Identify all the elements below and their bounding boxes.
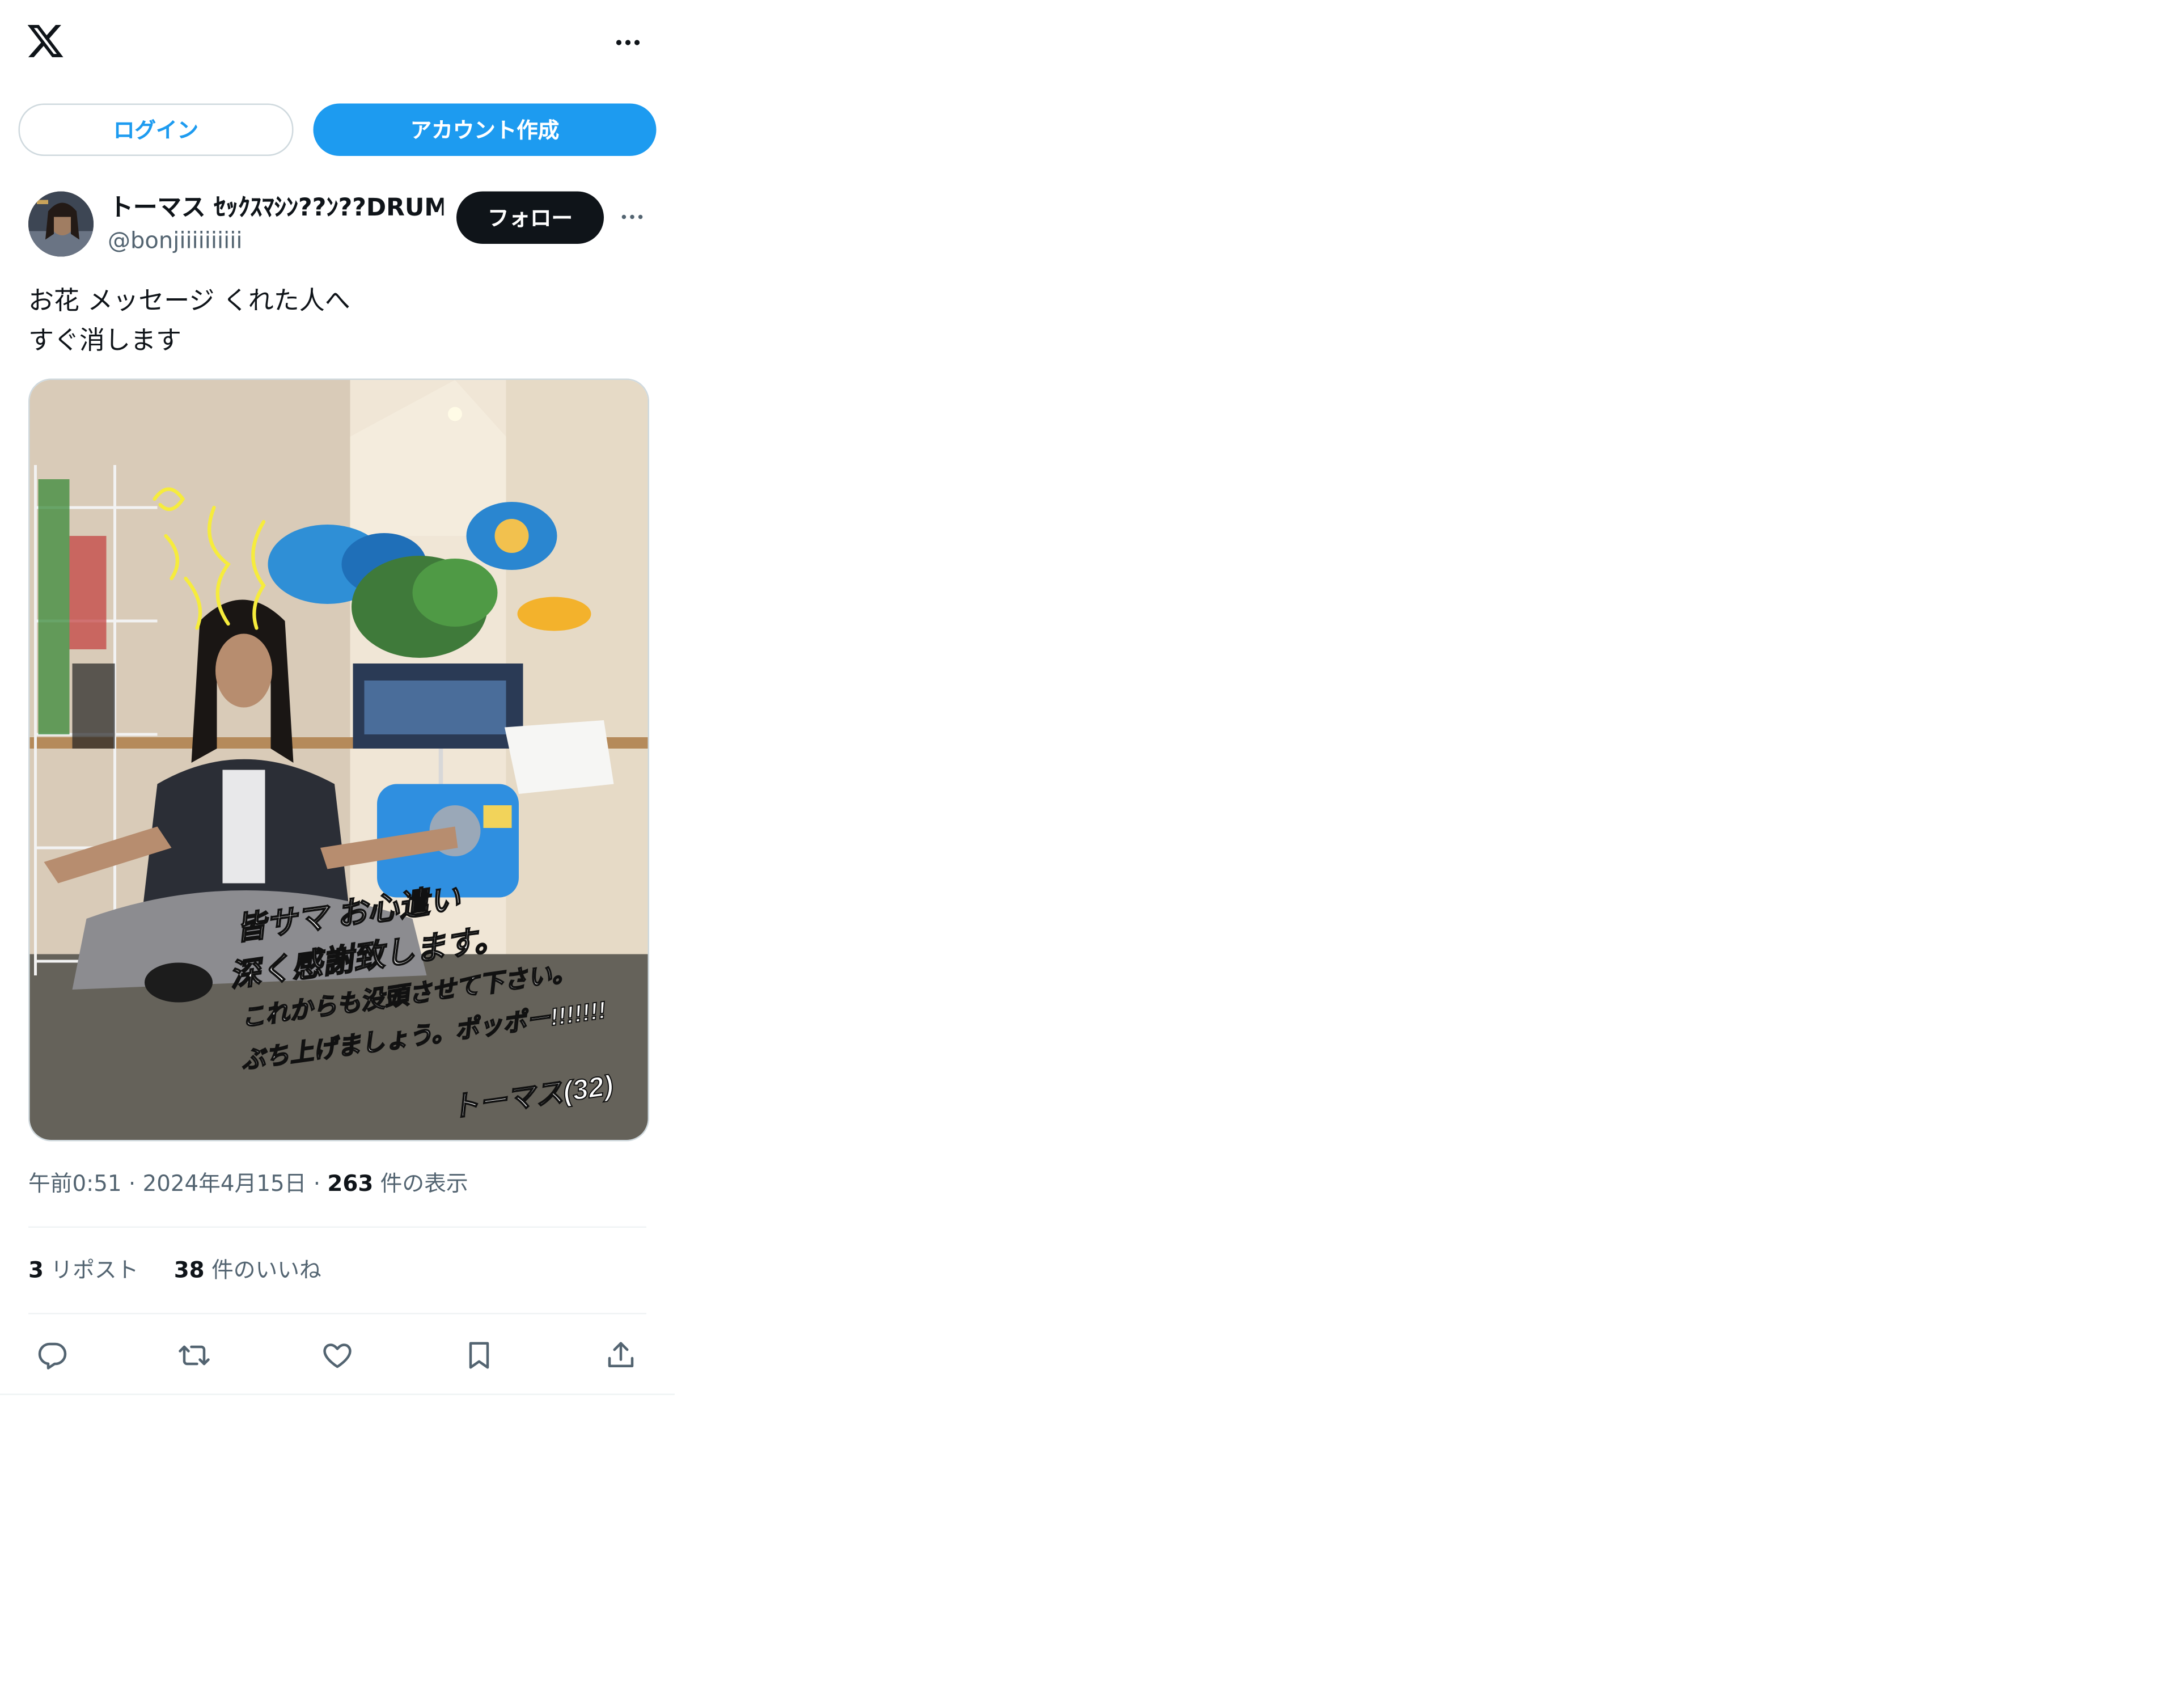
top-bar [0,0,675,88]
post-text: お花 メッセージ くれた人へ すぐ消します [28,282,652,362]
likes-label: 件のいいね [211,1257,321,1283]
post-text-line-1: お花 メッセージ くれた人へ [28,286,350,316]
engagement-stats: 3 リポスト 38 件のいいね [28,1255,350,1286]
repost-icon[interactable] [170,1333,218,1378]
views-count: 263 [327,1171,374,1197]
reposts-count: 3 [28,1257,44,1283]
avatar[interactable] [28,191,94,257]
like-icon[interactable] [314,1333,362,1378]
post-author: トーマス ｾｯｸｽﾏｼﾝ??ﾝ??DRUMMER @bonjiiiiiiiiii… [28,191,661,263]
reposts-stat[interactable]: 3 リポスト [28,1258,138,1283]
author-handle[interactable]: @bonjiiiiiiiiii [108,227,242,255]
post-text-line-2: すぐ消します [28,326,181,356]
share-icon[interactable] [597,1333,645,1378]
follow-button[interactable]: フォロー [456,191,604,244]
page-frame: ログイン アカウント作成 トーマス ｾｯｸｽﾏｼﾝ??ﾝ??DRUMMER @b… [0,0,2183,1701]
meta-separator: · [128,1171,136,1197]
post-metadata: 午前0:51 · 2024年4月15日 · 263 件の表示 [28,1168,468,1199]
divider [28,1226,646,1228]
reply-icon[interactable] [28,1333,77,1378]
post-image[interactable]: 皆サマ お心遣い 深く感謝致します。 これからも没頭させて下さい。 ぶち上げまし… [28,378,649,1142]
divider [28,1313,646,1315]
likes-stat[interactable]: 38 件のいいね [174,1258,321,1283]
x-logo-icon[interactable] [26,22,65,61]
meta-separator: · [313,1171,321,1197]
action-bar [28,1333,646,1378]
post-photo: 皆サマ お心遣い 深く感謝致します。 これからも没頭させて下さい。 ぶち上げまし… [29,380,648,1140]
post-time[interactable]: 午前0:51 [28,1171,122,1197]
signup-button[interactable]: アカウント作成 [313,103,657,156]
bookmark-icon[interactable] [455,1333,503,1378]
views-label: 件の表示 [380,1171,468,1197]
reposts-label: リポスト [50,1257,139,1283]
more-horizontal-icon[interactable] [610,28,646,57]
bottom-divider [0,1393,675,1395]
post-date[interactable]: 2024年4月15日 [143,1171,307,1197]
author-name[interactable]: トーマス ｾｯｸｽﾏｼﾝ??ﾝ??DRUMMER [109,193,444,224]
auth-buttons: ログイン アカウント作成 [18,103,659,158]
login-button[interactable]: ログイン [18,103,294,156]
post-more-icon[interactable] [615,203,649,231]
likes-count: 38 [173,1257,205,1283]
